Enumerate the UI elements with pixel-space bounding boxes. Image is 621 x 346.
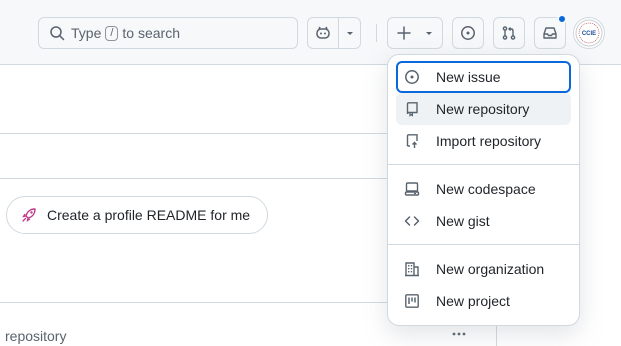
issue-opened-icon xyxy=(404,69,420,85)
triangle-down-icon xyxy=(424,28,434,38)
plus-icon xyxy=(396,25,412,41)
menu-divider xyxy=(388,164,579,165)
git-pull-request-icon xyxy=(501,25,517,41)
inbox-icon xyxy=(542,25,558,41)
menu-item-label: New issue xyxy=(436,69,501,85)
menu-item-label: New gist xyxy=(436,213,490,229)
project-icon xyxy=(404,293,420,309)
issue-opened-icon xyxy=(460,25,476,41)
header-divider xyxy=(376,24,377,42)
menu-item-new-gist[interactable]: New gist xyxy=(396,205,571,237)
issues-button[interactable] xyxy=(452,17,484,49)
copilot-dropdown-button[interactable] xyxy=(338,18,360,48)
repo-push-icon xyxy=(404,133,420,149)
menu-item-new-project[interactable]: New project xyxy=(396,285,571,317)
codespaces-icon xyxy=(404,181,420,197)
menu-item-import-repository[interactable]: Import repository xyxy=(396,125,571,157)
avatar[interactable]: CCIE xyxy=(573,17,605,49)
copilot-icon xyxy=(315,25,331,41)
organization-icon xyxy=(404,261,420,277)
menu-item-label: New repository xyxy=(436,101,530,117)
search-prefix: Type xyxy=(71,25,102,41)
avatar-text: CCIE xyxy=(582,31,596,37)
search-shortcut-key: / xyxy=(105,25,119,41)
pull-requests-button[interactable] xyxy=(493,17,525,49)
triangle-down-icon xyxy=(345,28,355,38)
menu-item-label: New project xyxy=(436,293,510,309)
menu-item-label: Import repository xyxy=(436,133,542,149)
code-icon xyxy=(404,213,420,229)
menu-item-label: New organization xyxy=(436,261,545,277)
copilot-button[interactable] xyxy=(308,18,338,48)
create-new-button[interactable] xyxy=(387,17,443,49)
search-suffix: to search xyxy=(122,25,181,41)
create-profile-readme-label: Create a profile README for me xyxy=(47,207,251,223)
menu-divider xyxy=(388,244,579,245)
search-icon xyxy=(49,25,65,41)
create-new-menu: New issue New repository Import reposito… xyxy=(387,54,580,326)
repository-label: repository xyxy=(5,328,67,344)
menu-item-label: New codespace xyxy=(436,181,536,197)
repo-icon xyxy=(404,101,420,117)
rocket-icon xyxy=(21,207,37,223)
menu-item-new-codespace[interactable]: New codespace xyxy=(396,173,571,205)
create-profile-readme-button[interactable]: Create a profile README for me xyxy=(6,196,268,234)
menu-item-new-issue[interactable]: New issue xyxy=(396,61,571,93)
menu-item-new-repository[interactable]: New repository xyxy=(396,93,571,125)
search-input[interactable]: Type / to search xyxy=(38,17,298,49)
menu-item-new-organization[interactable]: New organization xyxy=(396,253,571,285)
copilot-button-group xyxy=(307,17,361,49)
kebab-horizontal-icon xyxy=(451,326,467,342)
notification-dot xyxy=(557,14,567,24)
